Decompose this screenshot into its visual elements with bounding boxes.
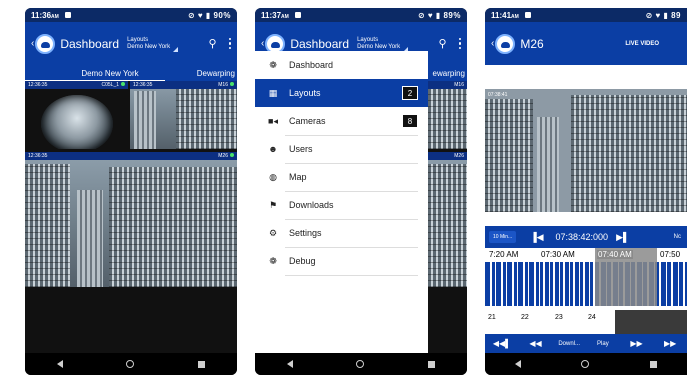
- next-button[interactable]: Nc: [674, 234, 681, 240]
- nav-back-icon[interactable]: [515, 360, 522, 368]
- video-timestamp: 07:38:41: [488, 92, 508, 98]
- phone-dashboard: 11:36AM ⊘ ♥ ▮ 90% ‹ Dashboard Layouts De…: [25, 8, 237, 375]
- dashboard-icon: ❁: [269, 59, 277, 70]
- drawer-item-cameras[interactable]: ■◂ Cameras 8: [255, 107, 428, 135]
- drawer-item-dashboard[interactable]: ❁ Dashboard: [255, 51, 428, 79]
- drawer-item-map[interactable]: ◍ Map: [255, 163, 428, 191]
- playback-bar: ◀◀▌ ◀◀ Downl... Play ▶▶ ▶▶: [485, 334, 687, 353]
- drawer-item-downloads[interactable]: ⚑ Downloads: [255, 191, 428, 219]
- video-player[interactable]: 07:38:41: [485, 89, 687, 212]
- day-scale[interactable]: 21 22 23 24: [485, 306, 687, 334]
- back-icon[interactable]: ‹: [261, 38, 264, 49]
- first-frame-icon[interactable]: ◀◀▌: [485, 339, 519, 348]
- system-nav-bar: [25, 353, 237, 375]
- page-title: Dashboard: [290, 36, 350, 51]
- nav-recents-icon[interactable]: [649, 360, 657, 368]
- timeline[interactable]: 7:20 AM 07:30 AM 07:40 AM 07:50: [485, 248, 687, 306]
- system-nav-bar: [485, 353, 687, 375]
- download-button[interactable]: Downl...: [552, 341, 586, 347]
- drawer-item-settings[interactable]: ⚙ Settings: [255, 219, 428, 247]
- camera-grid: 12:36:35 C05L_1 12:36:35 M16 12:36:35 M26: [25, 81, 237, 353]
- search-icon[interactable]: ⚲: [438, 37, 446, 50]
- globe-icon: ◍: [269, 171, 277, 182]
- status-bar: 11:41AM ⊘ ♥ ▮ 89: [485, 8, 687, 22]
- nav-back-icon[interactable]: [286, 360, 293, 368]
- timecode: 07:38:42:000: [555, 232, 609, 242]
- last-frame-icon[interactable]: ▶▶: [653, 339, 687, 348]
- layout-selector[interactable]: Layouts Demo New York: [357, 37, 409, 52]
- status-icons: ⊘ ♥ ▮ 89%: [417, 10, 461, 20]
- playback-controls: 10 Min... ▐◀ 07:38:42:000 ▶▌ Nc: [485, 226, 687, 248]
- system-nav-bar: [255, 353, 467, 375]
- app-logo-icon: [35, 33, 56, 54]
- back-icon[interactable]: ‹: [491, 38, 494, 49]
- app-bar: ‹ Dashboard Layouts Demo New York ⚲: [25, 22, 237, 65]
- nav-recents-icon[interactable]: [428, 360, 436, 368]
- count-badge: 2: [402, 86, 418, 100]
- skip-back-icon[interactable]: ▐◀: [530, 232, 543, 243]
- status-time: 11:36AM: [31, 10, 59, 20]
- count-badge: 8: [402, 114, 418, 128]
- tab-demo-new-york[interactable]: Demo New York: [25, 69, 165, 82]
- page-title: M26: [520, 36, 544, 51]
- camera-tile[interactable]: M26: [428, 152, 467, 287]
- status-time: 11:41AM: [491, 10, 519, 20]
- status-bar: 11:37AM ⊘ ♥ ▮ 89%: [255, 8, 467, 22]
- play-button[interactable]: Play: [586, 341, 620, 347]
- day-label: 22: [521, 314, 529, 321]
- overflow-menu-icon[interactable]: [458, 37, 461, 50]
- tab-dewarping[interactable]: Dewarping: [165, 69, 237, 78]
- drawer-item-debug[interactable]: ❁ Debug: [255, 247, 428, 275]
- drawer-item-layouts[interactable]: ▦ Layouts 2: [255, 79, 428, 107]
- back-icon[interactable]: ‹: [31, 38, 34, 49]
- status-time: 11:37AM: [261, 10, 289, 20]
- debug-icon: ❁: [269, 255, 277, 266]
- camera-icon: ■◂: [268, 115, 278, 126]
- app-logo-icon: [495, 33, 516, 54]
- notification-icon: [294, 12, 301, 18]
- phone-playback: 11:41AM ⊘ ♥ ▮ 89 ‹ M26 LIVE VIDEO 07:38:…: [485, 8, 687, 375]
- fisheye-view: [41, 95, 113, 149]
- timeline-label: 07:40 AM: [597, 250, 633, 259]
- flag-icon: ⚑: [268, 199, 278, 210]
- day-label: 23: [555, 314, 563, 321]
- camera-tile[interactable]: 12:36:35 M26: [25, 152, 237, 287]
- gear-icon: ⚙: [268, 227, 278, 238]
- overflow-menu-icon[interactable]: [228, 37, 231, 50]
- fast-forward-icon[interactable]: ▶▶: [620, 339, 654, 348]
- day-label: 21: [488, 314, 496, 321]
- navigation-drawer: ❁ Dashboard ▦ Layouts 2 ■◂ Cameras 8 ☻ U…: [255, 51, 428, 353]
- users-icon: ☻: [268, 144, 278, 154]
- skip-forward-icon[interactable]: ▶▌: [616, 232, 629, 243]
- search-icon[interactable]: ⚲: [208, 37, 216, 50]
- page-title: Dashboard: [60, 36, 120, 51]
- app-bar: ‹ M26 LIVE VIDEO: [485, 22, 687, 65]
- layout-selector[interactable]: Layouts Demo New York: [127, 37, 179, 52]
- timeline-label: 07:30 AM: [540, 250, 576, 259]
- tab-bar: Demo New York Dewarping: [25, 65, 237, 82]
- camera-tile[interactable]: 12:36:35 C05L_1: [25, 81, 128, 149]
- range-selector[interactable]: 10 Min...: [489, 231, 517, 243]
- camera-tile[interactable]: 12:36:35 M16: [130, 81, 237, 149]
- phone-menu: 11:37AM ⊘ ♥ ▮ 89% ‹ Dashboard Layouts De…: [255, 8, 467, 375]
- nav-home-icon[interactable]: [356, 360, 365, 368]
- nav-home-icon[interactable]: [581, 360, 590, 368]
- notification-icon: [64, 12, 71, 18]
- rewind-icon[interactable]: ◀◀: [519, 339, 553, 348]
- dropdown-triangle-icon: [173, 46, 179, 52]
- live-video-button[interactable]: LIVE VIDEO: [625, 41, 659, 47]
- timeline-label: 07:50: [659, 250, 682, 259]
- timeline-label: 7:20 AM: [488, 250, 520, 259]
- layouts-icon: ▦: [268, 87, 278, 98]
- nav-home-icon[interactable]: [126, 360, 135, 368]
- status-bar: 11:36AM ⊘ ♥ ▮ 90%: [25, 8, 237, 22]
- nav-recents-icon[interactable]: [198, 360, 206, 368]
- notification-icon: [524, 12, 531, 18]
- nav-back-icon[interactable]: [56, 360, 63, 368]
- camera-tile[interactable]: M16: [428, 81, 467, 149]
- drawer-item-users[interactable]: ☻ Users: [255, 135, 428, 163]
- day-label: 24: [588, 314, 596, 321]
- status-icons: ⊘ ♥ ▮ 90%: [187, 10, 231, 20]
- status-icons: ⊘ ♥ ▮ 89: [645, 10, 681, 20]
